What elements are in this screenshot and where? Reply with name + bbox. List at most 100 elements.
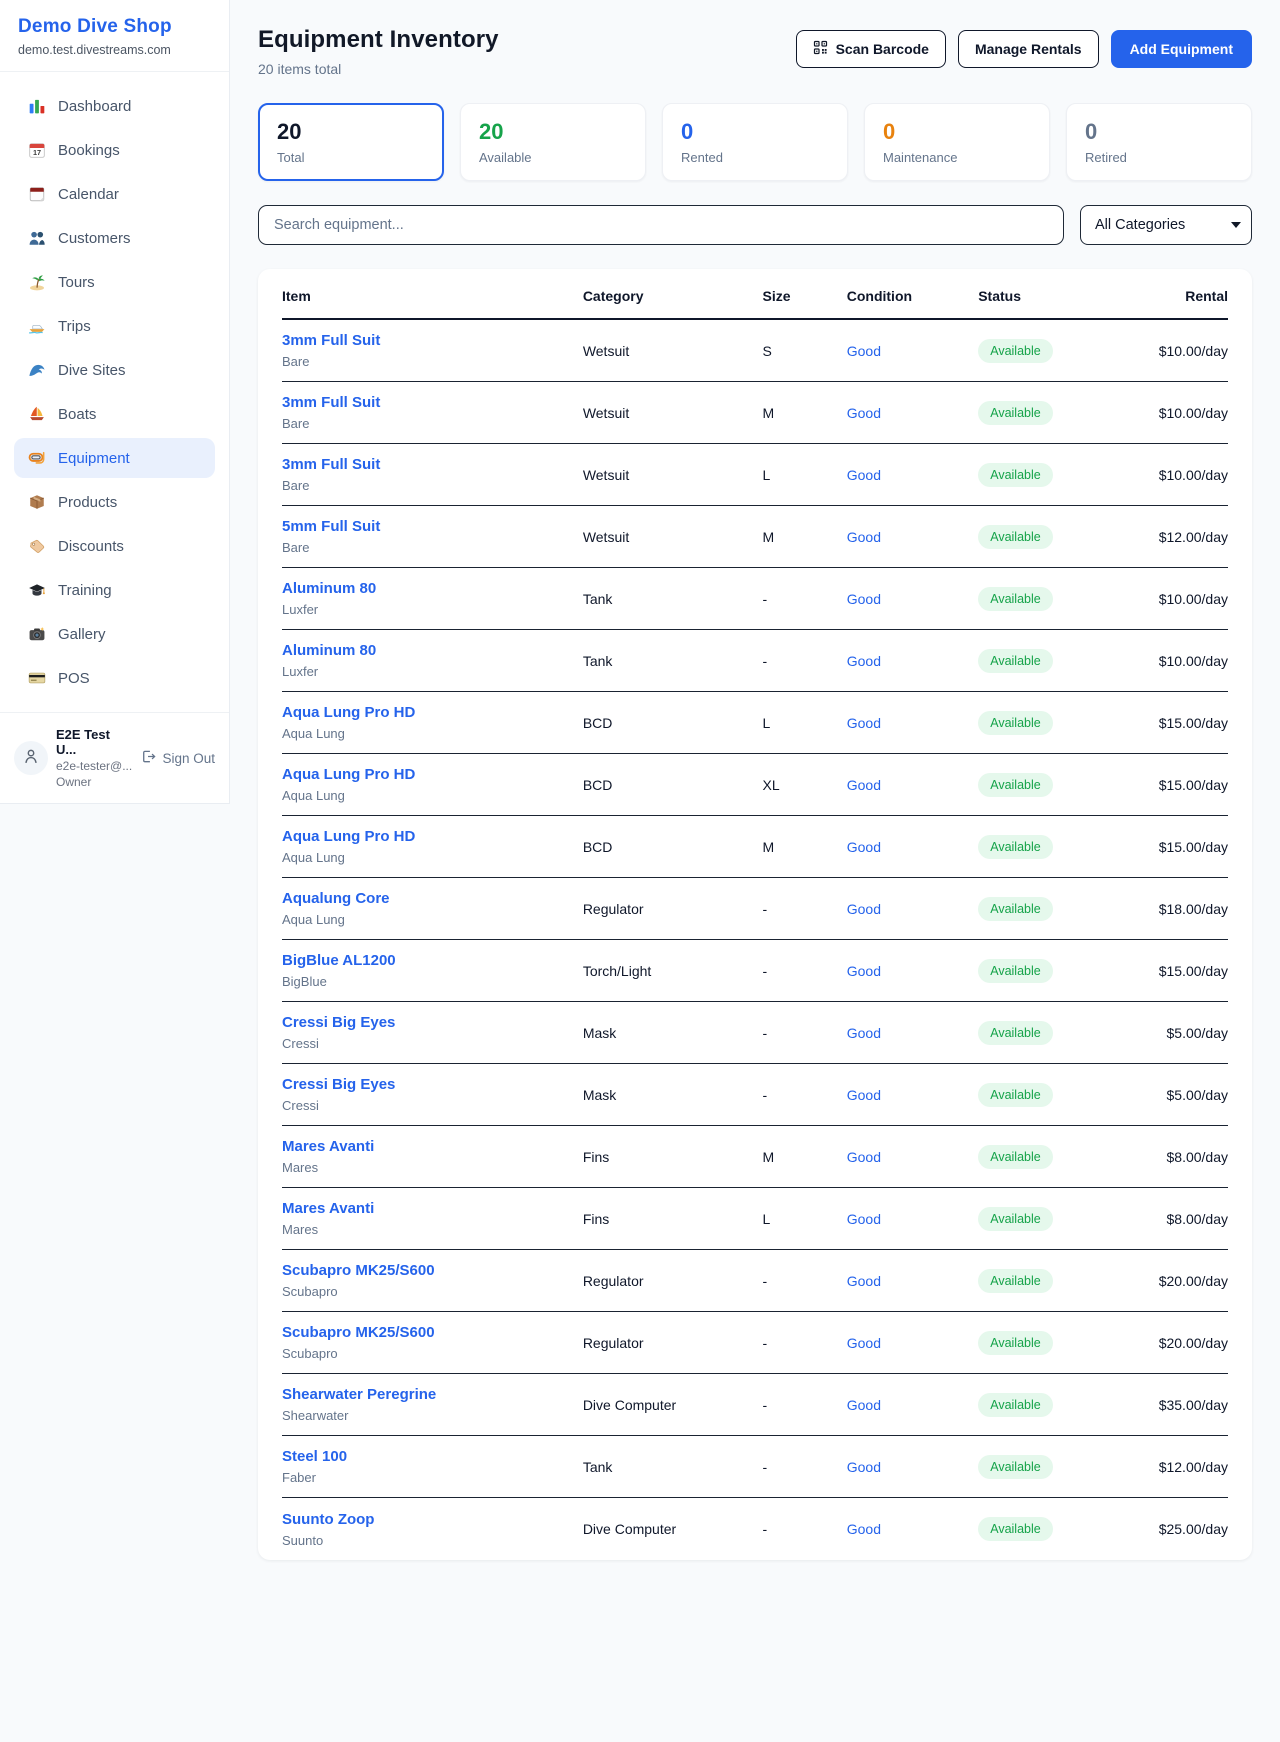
item-condition-link[interactable]: Good: [847, 1397, 978, 1413]
item-brand: BigBlue: [282, 974, 583, 989]
item-name-link[interactable]: Suunto Zoop: [282, 1511, 374, 1528]
table-row: Suunto Zoop Suunto Dive Computer - Good …: [282, 1498, 1228, 1560]
stat-card-available[interactable]: 20 Available: [460, 103, 646, 181]
item-condition-link[interactable]: Good: [847, 591, 978, 607]
stat-card-maintenance[interactable]: 0 Maintenance: [864, 103, 1050, 181]
sidebar-item-dashboard[interactable]: Dashboard: [14, 86, 215, 126]
sailboat-icon: [28, 405, 46, 423]
item-category: Wetsuit: [583, 529, 763, 545]
sidebar-item-calendar[interactable]: Calendar: [14, 174, 215, 214]
item-name-link[interactable]: Steel 100: [282, 1448, 347, 1465]
item-name-link[interactable]: Cressi Big Eyes: [282, 1076, 395, 1093]
item-condition-link[interactable]: Good: [847, 1459, 978, 1475]
user-info: E2E Test U... e2e-tester@... Owner: [56, 727, 133, 789]
search-input[interactable]: [258, 205, 1064, 245]
sidebar-item-gallery[interactable]: Gallery: [14, 614, 215, 654]
sidebar-item-training[interactable]: Training: [14, 570, 215, 610]
item-condition-link[interactable]: Good: [847, 1211, 978, 1227]
item-name-link[interactable]: Aqua Lung Pro HD: [282, 828, 415, 845]
status-badge: Available: [978, 773, 1053, 797]
nav-item-label: Bookings: [58, 142, 120, 159]
status-badge: Available: [978, 339, 1053, 363]
table-row: BigBlue AL1200 BigBlue Torch/Light - Goo…: [282, 940, 1228, 1002]
item-category: Mask: [583, 1025, 763, 1041]
item-name-link[interactable]: 3mm Full Suit: [282, 456, 380, 473]
item-name-link[interactable]: Scubapro MK25/S600: [282, 1324, 435, 1341]
status-badge: Available: [978, 1083, 1053, 1107]
category-filter-select[interactable]: All Categories: [1080, 205, 1252, 245]
credit-card-icon: [28, 669, 46, 687]
add-equipment-label: Add Equipment: [1130, 41, 1233, 57]
status-badge: Available: [978, 711, 1053, 735]
sidebar-item-boats[interactable]: Boats: [14, 394, 215, 434]
sidebar-item-customers[interactable]: Customers: [14, 218, 215, 258]
stat-card-rented[interactable]: 0 Rented: [662, 103, 848, 181]
item-name-link[interactable]: Mares Avanti: [282, 1138, 374, 1155]
item-size: -: [763, 1025, 847, 1041]
page-subtitle: 20 items total: [258, 61, 499, 77]
sidebar-item-discounts[interactable]: Discounts: [14, 526, 215, 566]
item-name-link[interactable]: Aluminum 80: [282, 642, 376, 659]
item-category: Dive Computer: [583, 1397, 763, 1413]
item-condition-link[interactable]: Good: [847, 715, 978, 731]
item-category: Wetsuit: [583, 467, 763, 483]
item-name-link[interactable]: Mares Avanti: [282, 1200, 374, 1217]
item-name-link[interactable]: Aqua Lung Pro HD: [282, 704, 415, 721]
manage-rentals-button[interactable]: Manage Rentals: [958, 30, 1099, 68]
sidebar-item-pos[interactable]: POS: [14, 658, 215, 698]
scan-barcode-button[interactable]: Scan Barcode: [796, 30, 946, 68]
item-name-link[interactable]: Scubapro MK25/S600: [282, 1262, 435, 1279]
item-condition-link[interactable]: Good: [847, 653, 978, 669]
item-name-link[interactable]: 3mm Full Suit: [282, 394, 380, 411]
item-condition-link[interactable]: Good: [847, 777, 978, 793]
item-condition-link[interactable]: Good: [847, 963, 978, 979]
item-size: -: [763, 901, 847, 917]
item-brand: Bare: [282, 416, 583, 431]
tag-icon: [28, 537, 46, 555]
sidebar-item-equipment[interactable]: Equipment: [14, 438, 215, 478]
stat-value: 0: [681, 119, 829, 145]
sign-out-icon: [141, 749, 156, 767]
item-condition-link[interactable]: Good: [847, 467, 978, 483]
sign-out-button[interactable]: Sign Out: [141, 749, 215, 767]
item-name-link[interactable]: 3mm Full Suit: [282, 332, 380, 349]
item-condition-link[interactable]: Good: [847, 1335, 978, 1351]
camera-icon: [28, 625, 46, 643]
item-condition-link[interactable]: Good: [847, 343, 978, 359]
item-brand: Scubapro: [282, 1346, 583, 1361]
sidebar-item-trips[interactable]: Trips: [14, 306, 215, 346]
item-name-link[interactable]: BigBlue AL1200: [282, 952, 396, 969]
item-name-link[interactable]: Aqua Lung Pro HD: [282, 766, 415, 783]
item-category: Mask: [583, 1087, 763, 1103]
item-condition-link[interactable]: Good: [847, 1025, 978, 1041]
item-condition-link[interactable]: Good: [847, 1149, 978, 1165]
sidebar-item-dive-sites[interactable]: Dive Sites: [14, 350, 215, 390]
sidebar-item-products[interactable]: Products: [14, 482, 215, 522]
item-condition-link[interactable]: Good: [847, 1273, 978, 1289]
item-rental: $15.00/day: [1098, 777, 1228, 793]
table-row: Aqua Lung Pro HD Aqua Lung BCD XL Good A…: [282, 754, 1228, 816]
item-condition-link[interactable]: Good: [847, 405, 978, 421]
table-row: 3mm Full Suit Bare Wetsuit L Good Availa…: [282, 444, 1228, 506]
stat-card-total[interactable]: 20 Total: [258, 103, 444, 181]
item-rental: $8.00/day: [1098, 1149, 1228, 1165]
item-condition-link[interactable]: Good: [847, 1087, 978, 1103]
add-equipment-button[interactable]: Add Equipment: [1111, 30, 1252, 68]
item-name-link[interactable]: Shearwater Peregrine: [282, 1386, 436, 1403]
sidebar-item-bookings[interactable]: 17 Bookings: [14, 130, 215, 170]
item-size: S: [763, 343, 847, 359]
item-condition-link[interactable]: Good: [847, 529, 978, 545]
item-size: L: [763, 467, 847, 483]
item-name-link[interactable]: 5mm Full Suit: [282, 518, 380, 535]
item-condition-link[interactable]: Good: [847, 839, 978, 855]
table-row: Aqualung Core Aqua Lung Regulator - Good…: [282, 878, 1228, 940]
item-condition-link[interactable]: Good: [847, 1521, 978, 1537]
stat-card-retired[interactable]: 0 Retired: [1066, 103, 1252, 181]
item-name-link[interactable]: Aluminum 80: [282, 580, 376, 597]
item-name-link[interactable]: Cressi Big Eyes: [282, 1014, 395, 1031]
item-condition-link[interactable]: Good: [847, 901, 978, 917]
item-name-link[interactable]: Aqualung Core: [282, 890, 390, 907]
item-category: Wetsuit: [583, 405, 763, 421]
sidebar-item-tours[interactable]: Tours: [14, 262, 215, 302]
item-size: -: [763, 653, 847, 669]
